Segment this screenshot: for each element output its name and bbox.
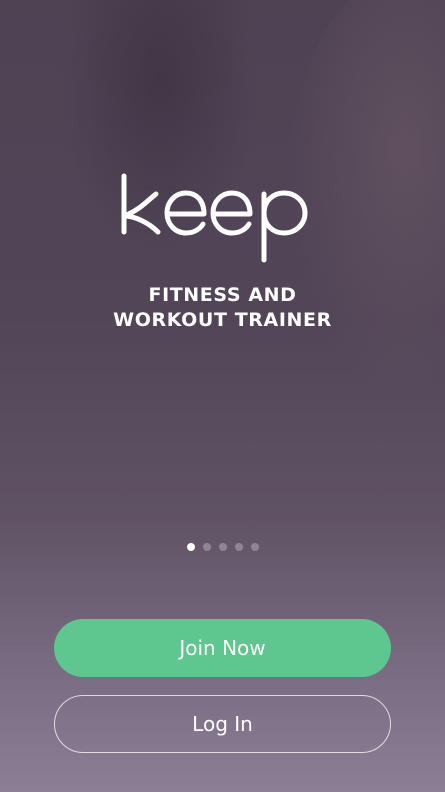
join-now-label: Join Now <box>179 636 266 660</box>
log-in-label: Log In <box>192 712 253 736</box>
page-dot-4[interactable] <box>234 543 243 551</box>
tagline-line-2: WORKOUT TRAINER <box>113 309 332 331</box>
page-dot-5[interactable] <box>250 543 259 551</box>
onboarding-screen: keep FITNESS AND WORKOUT TRAINER Join No… <box>0 0 445 792</box>
page-dot-2[interactable] <box>202 543 211 551</box>
keep-wordmark <box>121 173 307 263</box>
tagline-line-1: FITNESS AND <box>148 284 297 306</box>
page-dot-3[interactable] <box>218 543 227 551</box>
app-tagline: FITNESS AND WORKOUT TRAINER <box>0 283 445 333</box>
page-indicator <box>0 543 445 551</box>
page-dot-1[interactable] <box>186 543 195 551</box>
join-now-button[interactable]: Join Now <box>54 619 391 677</box>
keep-logo: keep <box>0 170 445 270</box>
log-in-button[interactable]: Log In <box>54 695 391 753</box>
